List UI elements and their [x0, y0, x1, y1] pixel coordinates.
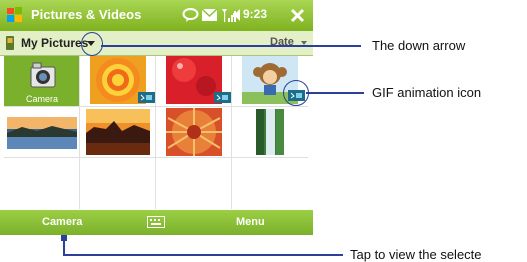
- thumbnail-item[interactable]: [156, 107, 232, 158]
- app-title: Pictures & Videos: [31, 7, 142, 22]
- clock-time[interactable]: 9:23: [243, 7, 267, 21]
- lake-sunset-image: [7, 117, 77, 149]
- empty-grid-cell: [4, 158, 80, 209]
- camera-tile[interactable]: Camera: [4, 56, 80, 107]
- canyon-sunset-image: [86, 109, 150, 155]
- tap-view-leader-vertical: [63, 235, 65, 255]
- device-screen: Pictures & Videos 9:23 My Pictures Date …: [0, 0, 313, 235]
- phone-folder-icon: [6, 36, 14, 50]
- tap-view-caption: Tap to view the selecte: [350, 247, 482, 262]
- gif-icon-leader-line: [306, 92, 364, 94]
- flower-closeup-image: [166, 108, 222, 156]
- empty-grid-cell: [80, 158, 156, 209]
- tap-view-leader-line: [63, 254, 343, 256]
- close-icon[interactable]: [289, 7, 306, 24]
- thumbnail-grid: Camera: [4, 56, 309, 210]
- camera-tile-label: Camera: [25, 94, 58, 104]
- thumbnail-item[interactable]: [4, 107, 80, 158]
- down-arrow-leader-line: [101, 45, 361, 47]
- empty-grid-cell: [156, 158, 232, 209]
- gif-icon-caption: GIF animation icon: [372, 85, 482, 100]
- down-arrow-highlight: [81, 32, 103, 56]
- title-bar: Pictures & Videos 9:23: [0, 0, 313, 31]
- waterfall-image: [256, 109, 284, 155]
- folder-bar: My Pictures Date: [0, 31, 313, 56]
- gif-animation-icon: [214, 92, 231, 103]
- empty-grid-cell: [232, 158, 308, 209]
- folder-name[interactable]: My Pictures: [21, 36, 88, 50]
- down-arrow-caption: The down arrow: [372, 38, 466, 53]
- softkey-bar: Camera Menu: [0, 210, 313, 235]
- gif-animation-icon: [138, 92, 155, 103]
- camera-softkey[interactable]: Camera: [42, 216, 82, 228]
- windows-start-icon[interactable]: [5, 5, 25, 25]
- thumbnail-item[interactable]: [156, 56, 232, 107]
- notification-icon[interactable]: [182, 7, 199, 23]
- thumbnail-item[interactable]: [80, 107, 156, 158]
- message-icon[interactable]: [201, 7, 218, 23]
- keyboard-icon[interactable]: [147, 216, 165, 228]
- camera-icon: [30, 62, 56, 88]
- menu-softkey[interactable]: Menu: [236, 216, 265, 228]
- thumbnail-item[interactable]: [80, 56, 156, 107]
- thumbnail-item[interactable]: [232, 107, 308, 158]
